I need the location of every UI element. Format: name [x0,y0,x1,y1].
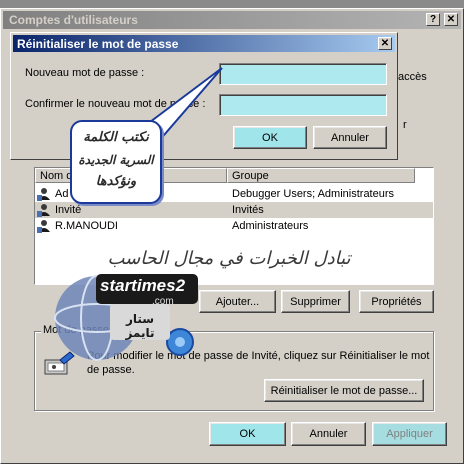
user-name: Invité [55,204,82,216]
main-window-title: Comptes d'utilisateurs [9,13,138,27]
apply-button[interactable]: Appliquer [372,422,447,446]
partial-text-r: r [403,119,407,131]
partial-text-acces: accès [398,71,427,83]
reset-password-dialog: Réinitialiser le mot de passe ✕ Nouveau … [10,32,398,160]
confirm-password-label: Confirmer le nouveau mot de passe : [25,98,206,110]
dialog-title: Réinitialiser le mot de passe [17,37,179,51]
logo-suffix: .com [152,296,174,307]
arabic-callout: نكتب الكلمة السرية الجديدة ونؤكدها [70,120,162,204]
dialog-ok-button[interactable]: OK [233,126,307,149]
new-password-input[interactable] [219,63,387,85]
help-button[interactable]: ? [426,13,440,26]
user-group: Invités [232,204,264,216]
properties-button[interactable]: Propriétés [359,290,434,313]
user-name: R.MANOUDI [55,220,118,232]
callout-line: نكتب الكلمة [83,130,149,145]
callout-line: السرية الجديدة [78,153,154,167]
user-name: Ad [55,188,69,200]
startimes-logo: startimes2 .com ستار تايمز [52,258,202,380]
table-row-selected[interactable]: Invité Invités [35,202,433,218]
table-row[interactable]: R.MANOUDI Administrateurs [35,218,433,234]
user-group: Debugger Users; Administrateurs [232,188,395,200]
user-icon [37,188,50,201]
ok-button[interactable]: OK [209,422,286,446]
cancel-button[interactable]: Annuler [291,422,366,446]
main-close-button[interactable]: ✕ [444,13,458,26]
add-user-button[interactable]: Ajouter... [199,290,276,313]
column-header-group[interactable]: Groupe [227,168,415,183]
dialog-title-bar: Réinitialiser le mot de passe ✕ [13,35,395,52]
user-icon [37,220,50,233]
main-title-bar: Comptes d'utilisateurs ? ✕ [3,11,461,29]
callout-line: ونؤكدها [95,174,137,189]
dialog-cancel-button[interactable]: Annuler [313,126,387,149]
logo-arabic: ستار تايمز [125,312,155,340]
dialog-close-button[interactable]: ✕ [378,37,392,50]
confirm-password-input[interactable] [219,94,387,116]
reset-password-button[interactable]: Réinitialiser le mot de passe... [264,379,424,402]
remove-user-button[interactable]: Supprimer [281,290,350,313]
user-group: Administrateurs [232,220,309,232]
user-icon [37,204,50,217]
new-password-label: Nouveau mot de passe : [25,67,145,79]
logo-text: startimes2 [100,276,186,295]
